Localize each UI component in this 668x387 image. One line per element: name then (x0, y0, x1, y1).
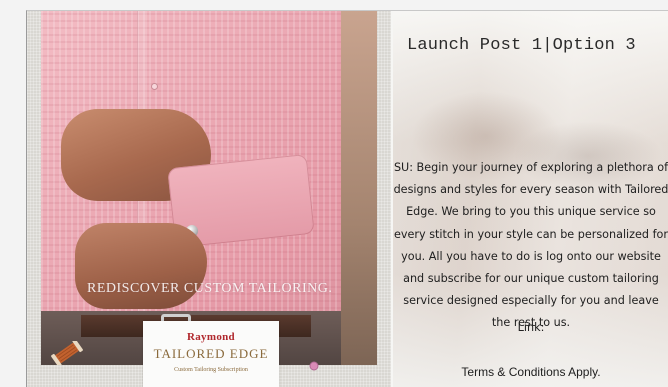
post-copy: SU: Begin your journey of exploring a pl… (393, 161, 668, 330)
product-subtitle: Custom Tailoring Subscription (174, 367, 248, 373)
tagline: REDISCOVER CUSTOM TAILORING. (87, 281, 333, 296)
product-name: TAILORED EDGE (153, 346, 269, 361)
post-copy-panel: Launch Post 1|Option 3 SU: Begin your jo… (393, 11, 668, 387)
pin-icon (309, 361, 319, 371)
link-label: Link: (517, 321, 545, 334)
brand-name: Raymond (187, 331, 235, 343)
creative-panel: REDISCOVER CUSTOM TAILORING. Raymond TAI… (27, 11, 391, 387)
shirt-button (151, 83, 158, 90)
product-photo (41, 11, 377, 365)
terms-note: Terms & Conditions Apply. (461, 365, 601, 379)
thread-spool-icon (51, 341, 83, 365)
post-title: Launch Post 1|Option 3 (407, 36, 636, 55)
brand-logo-card: Raymond TAILORED EDGE Custom Tailoring S… (143, 321, 279, 387)
slide-canvas: REDISCOVER CUSTOM TAILORING. Raymond TAI… (26, 10, 668, 387)
